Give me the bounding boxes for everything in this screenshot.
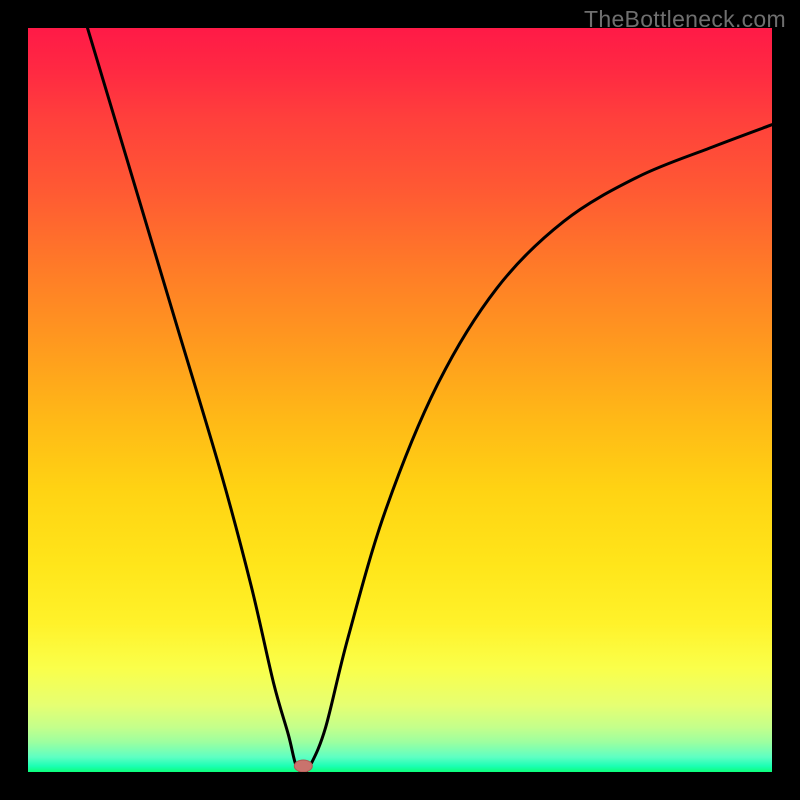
plot-area — [28, 28, 772, 772]
watermark: TheBottleneck.com — [584, 6, 786, 33]
curve-layer — [28, 28, 772, 772]
frame: TheBottleneck.com — [0, 0, 800, 800]
bottleneck-curve — [88, 28, 773, 772]
trough-marker — [294, 760, 312, 772]
